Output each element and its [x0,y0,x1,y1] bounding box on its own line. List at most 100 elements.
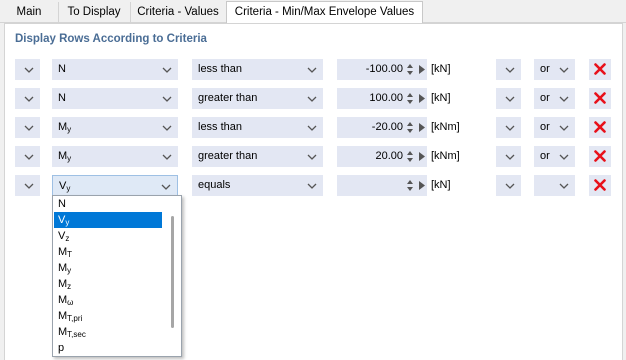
dropdown-option-n[interactable]: N [54,196,162,212]
dropdown-option-mz[interactable]: Mz [54,276,162,292]
quantity-sub: y [67,125,72,134]
row-logic-combo[interactable]: or [534,117,575,138]
row-prefix-combo[interactable] [15,88,40,109]
condition-label: greater than [198,92,258,104]
row-prefix-combo[interactable] [15,59,40,80]
delete-row-button[interactable] [589,88,611,109]
dropdown-option-p[interactable]: p [54,340,162,356]
row-quantity-combo[interactable]: My [52,146,178,167]
unit-label: [kNm] [431,121,460,133]
spinner-updown-icon[interactable] [406,119,414,136]
chevron-down-icon [307,65,317,73]
delete-row-button[interactable] [589,175,611,196]
delete-row-button[interactable] [589,117,611,138]
chevron-down-icon [161,182,171,190]
dropdown-option-vy[interactable]: Vy [54,212,162,228]
chevron-down-icon [162,94,172,102]
dropdown-option-momega[interactable]: Mω [54,292,162,308]
row-condition-combo[interactable]: less than [192,117,323,138]
unit-label: [kN] [431,179,451,191]
row-value-spinner[interactable]: -100.00 [337,59,427,80]
play-right-icon[interactable] [419,152,425,161]
chevron-down-icon [559,123,569,131]
value-text: 100.00 [369,92,403,104]
chevron-down-icon [307,123,317,131]
dropdown-option-mtsec[interactable]: MT,sec [54,324,162,340]
row-extra-combo[interactable] [496,175,521,196]
quantity-sub: y [66,184,71,193]
spinner-updown-icon[interactable] [406,61,414,78]
tab-to-display[interactable]: To Display [58,2,131,22]
row-condition-combo[interactable]: equals [192,175,323,196]
quantity-main: N [58,63,66,75]
tab-main[interactable]: Main [0,2,59,22]
quantity-dropdown-list[interactable]: N Vy Vz MT My Mz Mω MT,pri MT,sec p [52,195,182,357]
dropdown-option-mt[interactable]: MT [54,244,162,260]
spinner-updown-icon[interactable] [406,177,414,194]
value-text: -100.00 [365,63,403,75]
row-extra-combo[interactable] [496,117,521,138]
value-text: -20.00 [371,121,403,133]
condition-label: less than [198,63,243,75]
row-extra-combo[interactable] [496,88,521,109]
row-extra-combo[interactable] [496,59,521,80]
delete-row-button[interactable] [589,146,611,167]
play-right-icon[interactable] [419,65,425,74]
play-right-icon[interactable] [419,123,425,132]
condition-label: equals [198,179,231,191]
unit-label: [kN] [431,63,451,75]
section-title: Display Rows According to Criteria [15,33,207,45]
chevron-down-icon [162,65,172,73]
dropdown-scrollbar[interactable] [171,216,174,328]
row-prefix-combo[interactable] [15,146,40,167]
chevron-down-icon [24,65,34,73]
row-quantity-combo[interactable]: Vy [52,175,178,196]
quantity-sub: y [67,154,72,163]
row-logic-combo[interactable]: or [534,88,575,109]
quantity-main: M [58,121,68,133]
chevron-down-icon [24,152,34,160]
chevron-down-icon [24,123,34,131]
play-right-icon[interactable] [419,94,425,103]
chevron-down-icon [24,181,34,189]
tab-criteria-values[interactable]: Criteria - Values [130,2,227,22]
spinner-updown-icon[interactable] [406,90,414,107]
chevron-down-icon [559,65,569,73]
play-right-icon[interactable] [419,181,425,190]
quantity-main: M [58,150,68,162]
dropdown-option-mtpri[interactable]: MT,pri [54,308,162,324]
spinner-updown-icon[interactable] [406,148,414,165]
logic-label: or [540,63,550,75]
dropdown-option-vz[interactable]: Vz [54,228,162,244]
row-quantity-combo[interactable]: N [52,59,178,80]
dropdown-option-my[interactable]: My [54,260,162,276]
unit-label: [kN] [431,92,451,104]
condition-label: less than [198,121,243,133]
chevron-down-icon [505,94,515,102]
row-condition-combo[interactable]: greater than [192,88,323,109]
chevron-down-icon [307,94,317,102]
row-prefix-combo[interactable] [15,117,40,138]
delete-row-button[interactable] [589,59,611,80]
tab-criteria-minmax[interactable]: Criteria - Min/Max Envelope Values [226,1,423,24]
row-logic-combo[interactable]: or [534,146,575,167]
row-condition-combo[interactable]: greater than [192,146,323,167]
row-value-spinner[interactable]: 20.00 [337,146,427,167]
row-value-spinner[interactable]: 100.00 [337,88,427,109]
chevron-down-icon [24,94,34,102]
row-logic-combo[interactable] [534,175,575,196]
row-value-spinner[interactable]: -20.00 [337,117,427,138]
chevron-down-icon [505,65,515,73]
chevron-down-icon [505,123,515,131]
logic-label: or [540,92,550,104]
row-extra-combo[interactable] [496,146,521,167]
condition-label: greater than [198,150,258,162]
row-quantity-combo[interactable]: My [52,117,178,138]
row-prefix-combo[interactable] [15,175,40,196]
row-logic-combo[interactable]: or [534,59,575,80]
row-condition-combo[interactable]: less than [192,59,323,80]
chevron-down-icon [162,152,172,160]
row-quantity-combo[interactable]: N [52,88,178,109]
value-text: 20.00 [375,150,403,162]
row-value-spinner[interactable] [337,175,427,196]
